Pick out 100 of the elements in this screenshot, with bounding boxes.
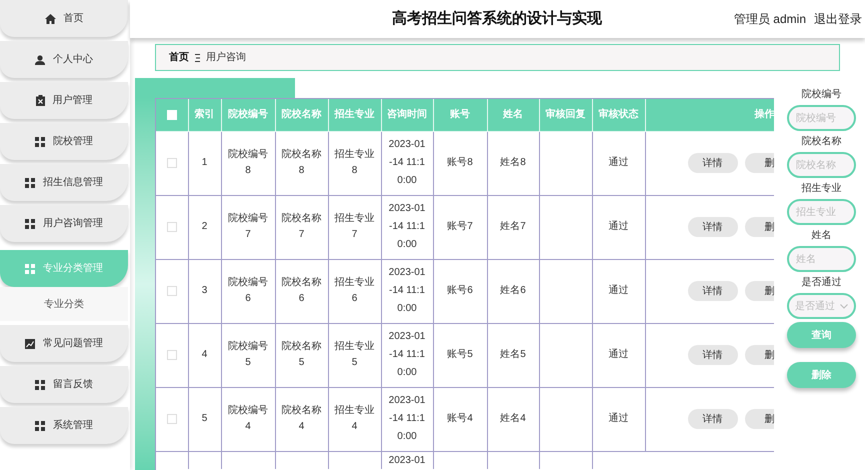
sidebar-item[interactable]: 系统管理: [0, 407, 128, 444]
checkbox[interactable]: [166, 350, 177, 360]
table-cell: 院校编号6: [221, 259, 275, 323]
table-cell: 账号7: [433, 195, 487, 259]
checkbox[interactable]: [166, 414, 177, 424]
table-cell: 4: [188, 323, 221, 387]
table-cell: 5: [188, 387, 221, 451]
table-cell: 通过: [592, 323, 645, 387]
table-cell: 账号8: [433, 131, 487, 195]
checkbox[interactable]: [166, 222, 177, 232]
action-button[interactable]: 删: [744, 217, 774, 237]
action-button[interactable]: 详情: [688, 217, 738, 237]
input-field[interactable]: 院校编号: [787, 105, 856, 131]
sidebar-item[interactable]: 常见问题管理: [0, 325, 128, 362]
table-cell: 招生专业6: [328, 259, 381, 323]
app-title: 高考招生问答系统的设计与实现: [392, 10, 602, 27]
action-button[interactable]: 详情: [688, 281, 738, 301]
table-cell: 3: [188, 259, 221, 323]
field-label: 院校编号: [802, 88, 842, 102]
table-cell: 2023-01-14 11:10:00: [381, 323, 433, 387]
action-button[interactable]: 详情: [688, 409, 738, 429]
separator-icon: [195, 54, 200, 62]
checkbox[interactable]: [166, 158, 177, 168]
table-cell: 招生专业8: [328, 131, 381, 195]
table-cell: 2: [188, 195, 221, 259]
table-cell: 院校名称7: [275, 195, 328, 259]
sidebar-item[interactable]: 院校管理: [0, 123, 128, 160]
sidebar-item[interactable]: 留言反馈: [0, 366, 128, 403]
table-cell: 2023-01: [381, 451, 433, 469]
column-header: 招生专业: [328, 99, 381, 131]
grid-icon: [35, 136, 45, 146]
table-cell: 院校编号5: [221, 323, 275, 387]
column-header: 咨询时间: [381, 99, 433, 131]
logout-link[interactable]: 退出登录: [814, 10, 862, 28]
grid-icon: [35, 380, 45, 390]
input-field[interactable]: 院校名称: [787, 152, 856, 178]
table-cell: 院校编号4: [221, 387, 275, 451]
table-cell: 1: [188, 131, 221, 195]
column-header: 院校编号: [221, 99, 275, 131]
grid-icon: [25, 178, 35, 188]
table-cell: 通过: [592, 259, 645, 323]
table-cell: 院校名称8: [275, 131, 328, 195]
table-cell: 2023-01-14 11:10:00: [381, 131, 433, 195]
table-cell: 招生专业7: [328, 195, 381, 259]
table-cell: 招生专业5: [328, 323, 381, 387]
input-field[interactable]: 招生专业: [787, 199, 856, 225]
grid-icon: [25, 218, 35, 228]
table-cell: 姓名6: [487, 259, 539, 323]
user-label: 管理员 admin: [734, 11, 806, 28]
home-icon: [44, 14, 56, 24]
table-cell: 通过: [592, 387, 645, 451]
column-header: 审核回复: [539, 99, 592, 131]
action-button[interactable]: 删: [744, 409, 774, 429]
chart-icon: [25, 338, 35, 348]
breadcrumb-link[interactable]: 用户咨询: [206, 50, 246, 65]
breadcrumb-link[interactable]: 首页: [169, 50, 189, 65]
table-cell: 2023-01-14 11:10:00: [381, 387, 433, 451]
table-cell: 通过: [592, 131, 645, 195]
submenu-item[interactable]: 专业分类: [0, 287, 128, 321]
field-label: 姓名: [812, 229, 832, 243]
sidebar-item[interactable]: 用户管理: [0, 82, 128, 119]
chevron-down-icon: [840, 304, 848, 308]
action-button[interactable]: 详情: [688, 153, 738, 173]
checkbox[interactable]: [166, 286, 177, 296]
action-button[interactable]: 删: [744, 281, 774, 301]
person-icon: [35, 54, 45, 64]
sidebar-item[interactable]: 首页: [0, 0, 128, 37]
column-header: 姓名: [487, 99, 539, 131]
action-button[interactable]: 删: [744, 153, 774, 173]
table-cell: 姓名4: [487, 387, 539, 451]
grid-icon: [25, 264, 35, 274]
column-header: 审核状态: [592, 99, 645, 131]
table-cell: 账号4: [433, 387, 487, 451]
field-label: 招生专业: [802, 182, 842, 196]
input-field[interactable]: 姓名: [787, 246, 856, 272]
action-button[interactable]: 详情: [688, 345, 738, 365]
table-cell: 姓名8: [487, 131, 539, 195]
sidebar-item[interactable]: 招生信息管理: [0, 164, 128, 201]
field-label: 是否通过: [802, 276, 842, 290]
table-cell: 姓名5: [487, 323, 539, 387]
sidebar-item[interactable]: 个人中心: [0, 41, 128, 78]
table-cell: 2023-01-14 11:10:00: [381, 259, 433, 323]
table-cell: 2023-01-14 11:10:00: [381, 195, 433, 259]
column-header: 院校名称: [275, 99, 328, 131]
action-button[interactable]: 删: [744, 345, 774, 365]
table-cell: 姓名7: [487, 195, 539, 259]
column-header: 账号: [433, 99, 487, 131]
clipboard-icon: [36, 95, 44, 106]
table-cell: 院校名称4: [275, 387, 328, 451]
table-cell: 账号6: [433, 259, 487, 323]
sidebar-item[interactable]: 用户咨询管理: [0, 205, 128, 242]
table-cell: 招生专业4: [328, 387, 381, 451]
table-cell: 院校名称5: [275, 323, 328, 387]
grid-icon: [35, 420, 45, 430]
column-header: 索引: [188, 99, 221, 131]
table-cell: 院校编号8: [221, 131, 275, 195]
table-cell: 账号5: [433, 323, 487, 387]
table-cell: 通过: [592, 195, 645, 259]
field-label: 院校名称: [802, 134, 842, 149]
table-cell: 院校名称6: [275, 259, 328, 323]
